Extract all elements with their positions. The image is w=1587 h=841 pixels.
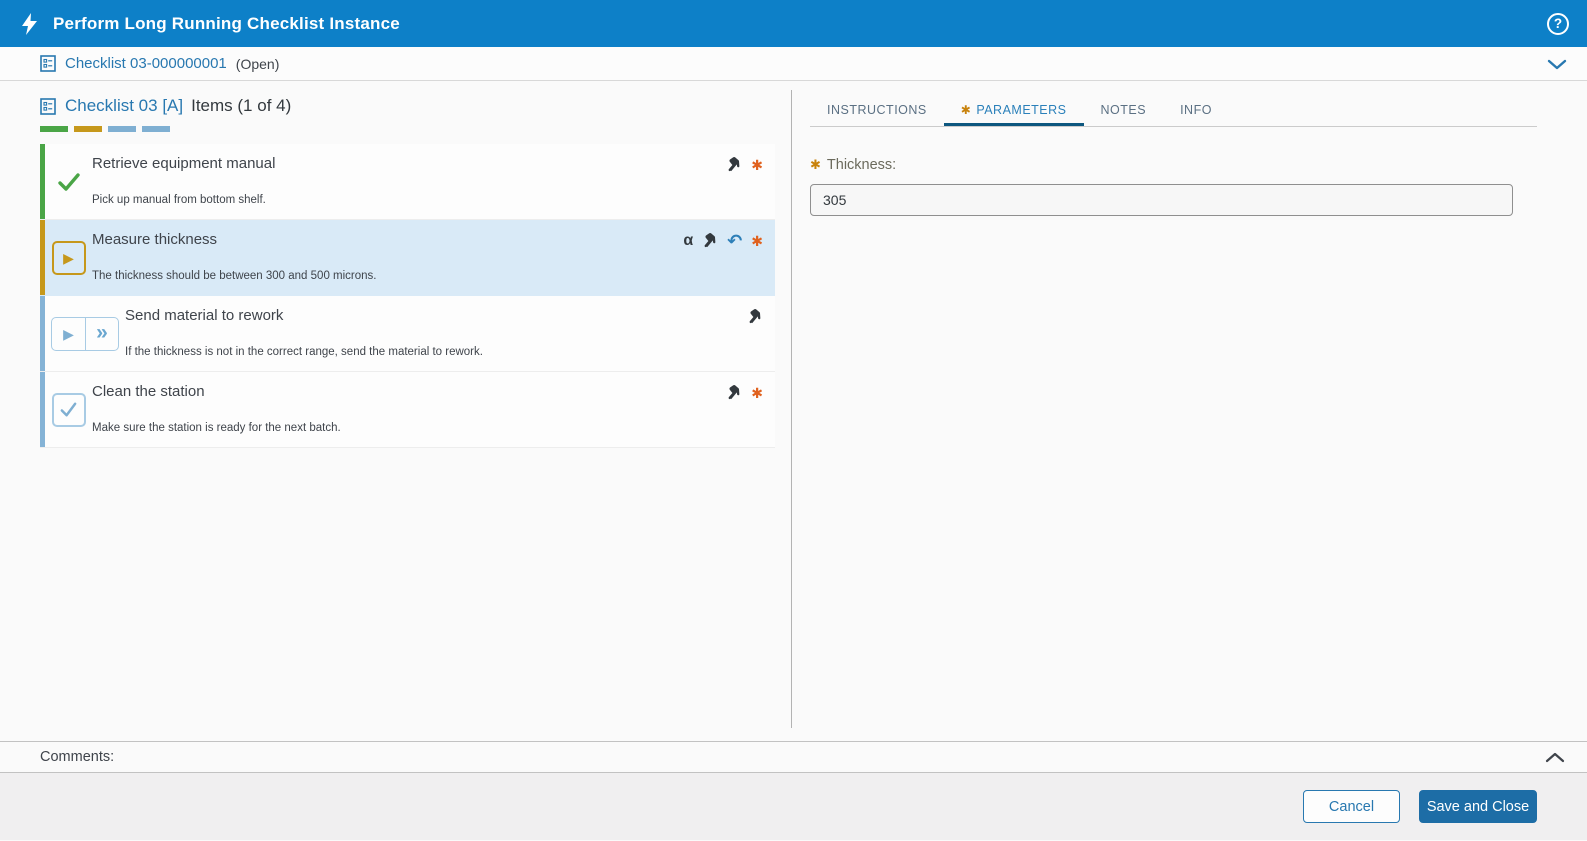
checklist-item-send-rework[interactable]: ▶ » Send material to rework If the thick…: [40, 296, 775, 372]
manual-action-hand-icon: [723, 382, 746, 405]
progress-segment-pending: [108, 126, 136, 132]
checklist-item-measure-thickness[interactable]: ▶ Measure thickness The thickness should…: [40, 220, 775, 296]
items-progress-bar: [40, 126, 776, 132]
start-item-button[interactable]: ▶: [51, 240, 86, 275]
item-description: If the thickness is not in the correct r…: [125, 346, 483, 358]
required-icon: ✱: [751, 157, 763, 173]
item-title: Measure thickness: [92, 231, 218, 248]
tab-info[interactable]: INFO: [1163, 95, 1229, 126]
progress-segment-pending: [142, 126, 170, 132]
thickness-input[interactable]: [810, 184, 1513, 216]
undo-icon[interactable]: ↶: [727, 232, 742, 250]
item-description: Make sure the station is ready for the n…: [92, 422, 341, 434]
checklist-items-pane: Checklist 03 [A] Items (1 of 4) Retrieve…: [0, 81, 792, 741]
checklist-doc-icon: [40, 97, 56, 115]
item-description: Pick up manual from bottom shelf.: [92, 194, 266, 206]
checklist-doc-icon: [40, 55, 56, 72]
play-icon: ▶: [63, 249, 74, 266]
manual-action-hand-icon: [699, 230, 722, 253]
tab-parameters[interactable]: ✱ PARAMETERS: [943, 95, 1084, 126]
checklist-name-link[interactable]: Checklist 03 [A]: [65, 96, 183, 116]
skip-icon: »: [96, 320, 108, 344]
app-window: Perform Long Running Checklist Instance …: [0, 0, 1587, 840]
comments-label: Comments:: [40, 749, 115, 765]
progress-segment-current: [74, 126, 102, 132]
context-bar: Checklist 03-000000001 (Open): [0, 47, 1587, 81]
help-icon[interactable]: ?: [1547, 12, 1569, 35]
page-title: Perform Long Running Checklist Instance: [53, 13, 400, 33]
progress-segment-completed: [40, 126, 68, 132]
start-item-button[interactable]: ▶: [52, 318, 85, 350]
complete-item-checkbox[interactable]: [51, 392, 86, 427]
checklist-instance-link[interactable]: Checklist 03-000000001: [65, 55, 227, 72]
parameter-label: ✱ Thickness:: [810, 157, 897, 173]
flash-icon: [20, 12, 40, 35]
detail-tabs: INSTRUCTIONS ✱ PARAMETERS NOTES INFO: [810, 95, 1537, 127]
required-icon: ✱: [810, 157, 821, 172]
tab-instructions[interactable]: INSTRUCTIONS: [810, 95, 944, 126]
main-content: Checklist 03 [A] Items (1 of 4) Retrieve…: [0, 81, 1587, 741]
required-icon: ✱: [751, 385, 763, 401]
required-icon: ✱: [960, 103, 972, 117]
checklist-item-clean-station[interactable]: Clean the station Make sure the station …: [40, 372, 775, 448]
checklist-title-row: Checklist 03 [A] Items (1 of 4): [40, 96, 776, 116]
manual-action-hand-icon: [744, 306, 767, 329]
item-title: Clean the station: [92, 383, 205, 400]
chevron-up-icon[interactable]: [1545, 751, 1565, 763]
footer-actions: Cancel Save and Close: [0, 773, 1587, 840]
chevron-down-icon[interactable]: [1547, 58, 1567, 70]
checklist-status: (Open): [235, 55, 280, 72]
tab-notes[interactable]: NOTES: [1084, 95, 1164, 126]
checklist-item-retrieve-manual[interactable]: Retrieve equipment manual Pick up manual…: [40, 144, 775, 220]
alpha-parameter-icon: α: [683, 232, 694, 249]
manual-action-hand-icon: [723, 154, 746, 177]
app-header: Perform Long Running Checklist Instance …: [0, 0, 1587, 47]
skip-item-button[interactable]: »: [85, 317, 118, 350]
comments-bar[interactable]: Comments:: [0, 741, 1587, 773]
item-description: The thickness should be between 300 and …: [92, 270, 377, 282]
items-count-label: Items (1 of 4): [191, 96, 292, 115]
item-action-button-group: ▶ »: [51, 316, 119, 351]
required-icon: ✱: [751, 233, 763, 249]
completed-check-icon: [57, 170, 81, 194]
item-title: Retrieve equipment manual: [92, 155, 276, 172]
save-and-close-button[interactable]: Save and Close: [1419, 790, 1537, 823]
checklist-item-list: Retrieve equipment manual Pick up manual…: [40, 144, 775, 448]
item-title: Send material to rework: [125, 307, 284, 324]
play-icon: ▶: [63, 325, 74, 342]
cancel-button[interactable]: Cancel: [1303, 790, 1400, 823]
item-detail-pane: INSTRUCTIONS ✱ PARAMETERS NOTES INFO ✱ Thi…: [792, 81, 1587, 741]
